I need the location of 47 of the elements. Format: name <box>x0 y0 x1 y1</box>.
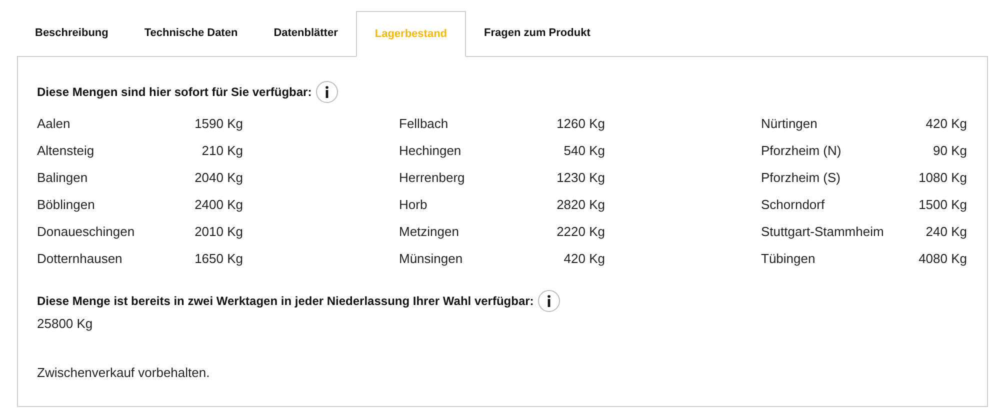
location-name: Hechingen <box>399 142 462 160</box>
location-name: Münsingen <box>399 250 463 268</box>
stock-quantity: 2400 Kg <box>194 196 243 214</box>
stock-quantity: 4080 Kg <box>918 250 967 268</box>
stock-quantity: 2220 Kg <box>556 222 605 241</box>
stock-quantity: 1650 Kg <box>194 250 243 268</box>
stock-quantity: 2040 Kg <box>194 168 243 187</box>
section-heading: Diese Mengen sind hier sofort für Sie verfügbar: <box>37 84 312 101</box>
stock-quantity: 2820 Kg <box>556 196 605 214</box>
stock-quantity: 540 Kg <box>564 142 605 160</box>
stock-quantity: 420 Kg <box>564 250 605 268</box>
location-name: Fellbach <box>399 114 448 133</box>
stock-quantity: 210 Kg <box>202 142 243 160</box>
info-icon <box>546 295 551 307</box>
stock-quantity: 240 Kg <box>926 222 967 241</box>
stock-quantity: 1260 Kg <box>556 114 605 133</box>
stock-quantity: 1080 Kg <box>918 168 967 187</box>
location-name: Donaueschingen <box>37 222 135 241</box>
stock-quantity: 1230 Kg <box>556 168 605 187</box>
location-name: Horb <box>399 196 428 214</box>
location-name: Altensteig <box>37 142 94 160</box>
location-name: Nürtingen <box>761 114 818 133</box>
location-name: Metzingen <box>399 222 459 241</box>
location-name: Tübingen <box>761 250 816 268</box>
tab[interactable]: Beschreibung <box>17 11 126 57</box>
tab[interactable]: Technische Daten <box>126 11 256 57</box>
section-heading: Diese Menge ist bereits in zwei Werktagen in jeder Niederlassung Ihrer Wahl verfügbar: <box>37 293 534 310</box>
info-button[interactable] <box>316 81 338 103</box>
stock-quantity: 1500 Kg <box>918 196 967 214</box>
stock-quantity: 90 Kg <box>933 142 967 160</box>
info-icon <box>324 86 329 98</box>
info-button[interactable] <box>538 290 560 312</box>
location-name: Herrenberg <box>399 168 465 187</box>
stock-quantity: 2010 Kg <box>194 222 243 241</box>
location-name: Schorndorf <box>761 196 825 214</box>
location-name: Pforzheim (N) <box>761 142 842 160</box>
location-name: Aalen <box>37 114 70 133</box>
total-quantity: 25800 Kg <box>37 315 93 333</box>
location-name: Balingen <box>37 168 88 187</box>
location-name: Böblingen <box>37 196 95 214</box>
disclaimer-text: Zwischenverkauf vorbehalten. <box>37 364 210 382</box>
location-name: Pforzheim (S) <box>761 168 840 187</box>
stock-quantity: 420 Kg <box>926 114 967 133</box>
location-name: Stuttgart-Stammheim <box>761 222 884 241</box>
stock-quantity: 1590 Kg <box>194 114 243 133</box>
location-name: Dotternhausen <box>37 250 122 268</box>
tab[interactable]: Fragen zum Produkt <box>466 11 608 57</box>
